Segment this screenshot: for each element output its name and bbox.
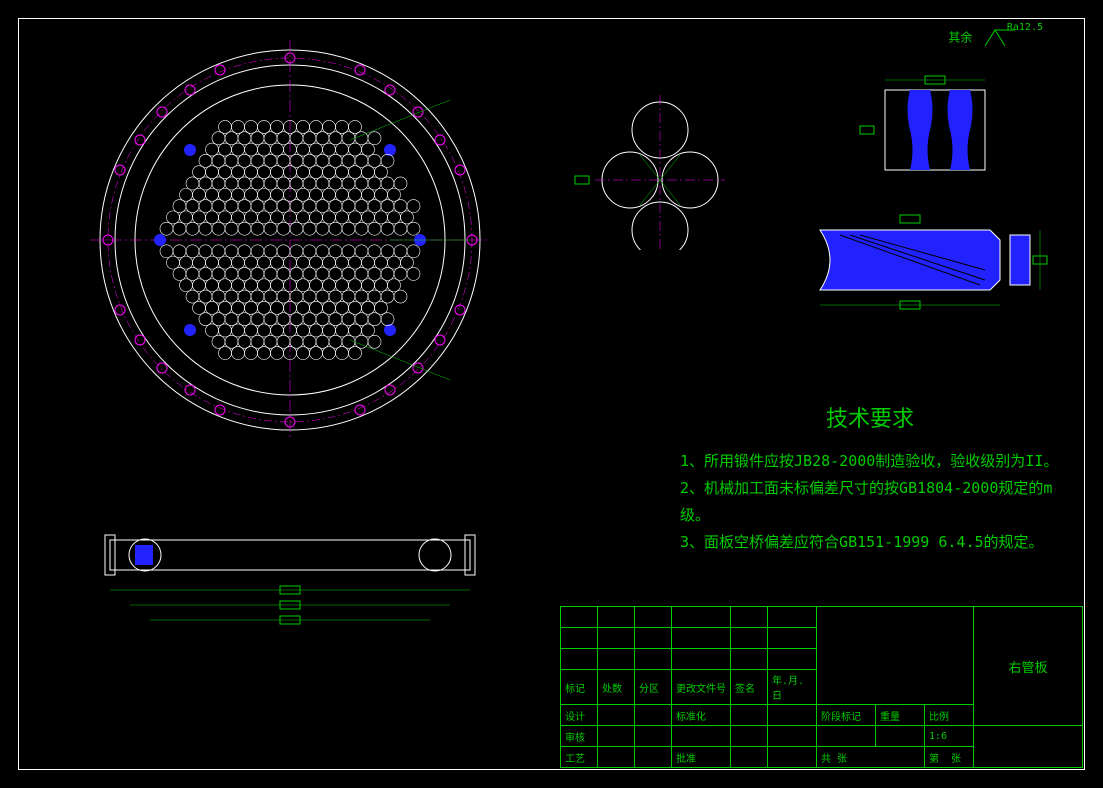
surface-finish-note: 其余 Ra12.5 bbox=[948, 28, 1063, 48]
tubesheet-plan-view bbox=[90, 40, 490, 440]
requirement-item-2: 2、机械加工面未标偏差尺寸的按GB1804-2000规定的m级。 bbox=[680, 475, 1060, 529]
technical-requirements: 技术要求 1、所用锻件应按JB28-2000制造验收，验收级别为II。 2、机械… bbox=[680, 400, 1060, 556]
requirements-title: 技术要求 bbox=[680, 400, 1060, 440]
title-block-table: 右管板 标记处数分区更改文件号签名年.月.日 设计标准化 阶段标记重量比例 审核… bbox=[560, 606, 1083, 768]
requirement-item-1: 1、所用锻件应按JB28-2000制造验收，验收级别为II。 bbox=[680, 448, 1060, 475]
surface-finish-label: 其余 bbox=[948, 31, 972, 45]
surface-finish-value: Ra12.5 bbox=[1007, 22, 1043, 33]
tube-hole-detail bbox=[570, 90, 750, 250]
part-name: 右管板 bbox=[974, 607, 1083, 726]
tubesheet-side-view bbox=[90, 510, 490, 640]
groove-detail-top bbox=[855, 70, 1025, 190]
requirement-item-3: 3、面板空桥偏差应符合GB151-1999 6.4.5的规定。 bbox=[680, 529, 1060, 556]
groove-detail-bottom bbox=[800, 200, 1060, 320]
title-block: 右管板 标记处数分区更改文件号签名年.月.日 设计标准化 阶段标记重量比例 审核… bbox=[560, 606, 1083, 768]
